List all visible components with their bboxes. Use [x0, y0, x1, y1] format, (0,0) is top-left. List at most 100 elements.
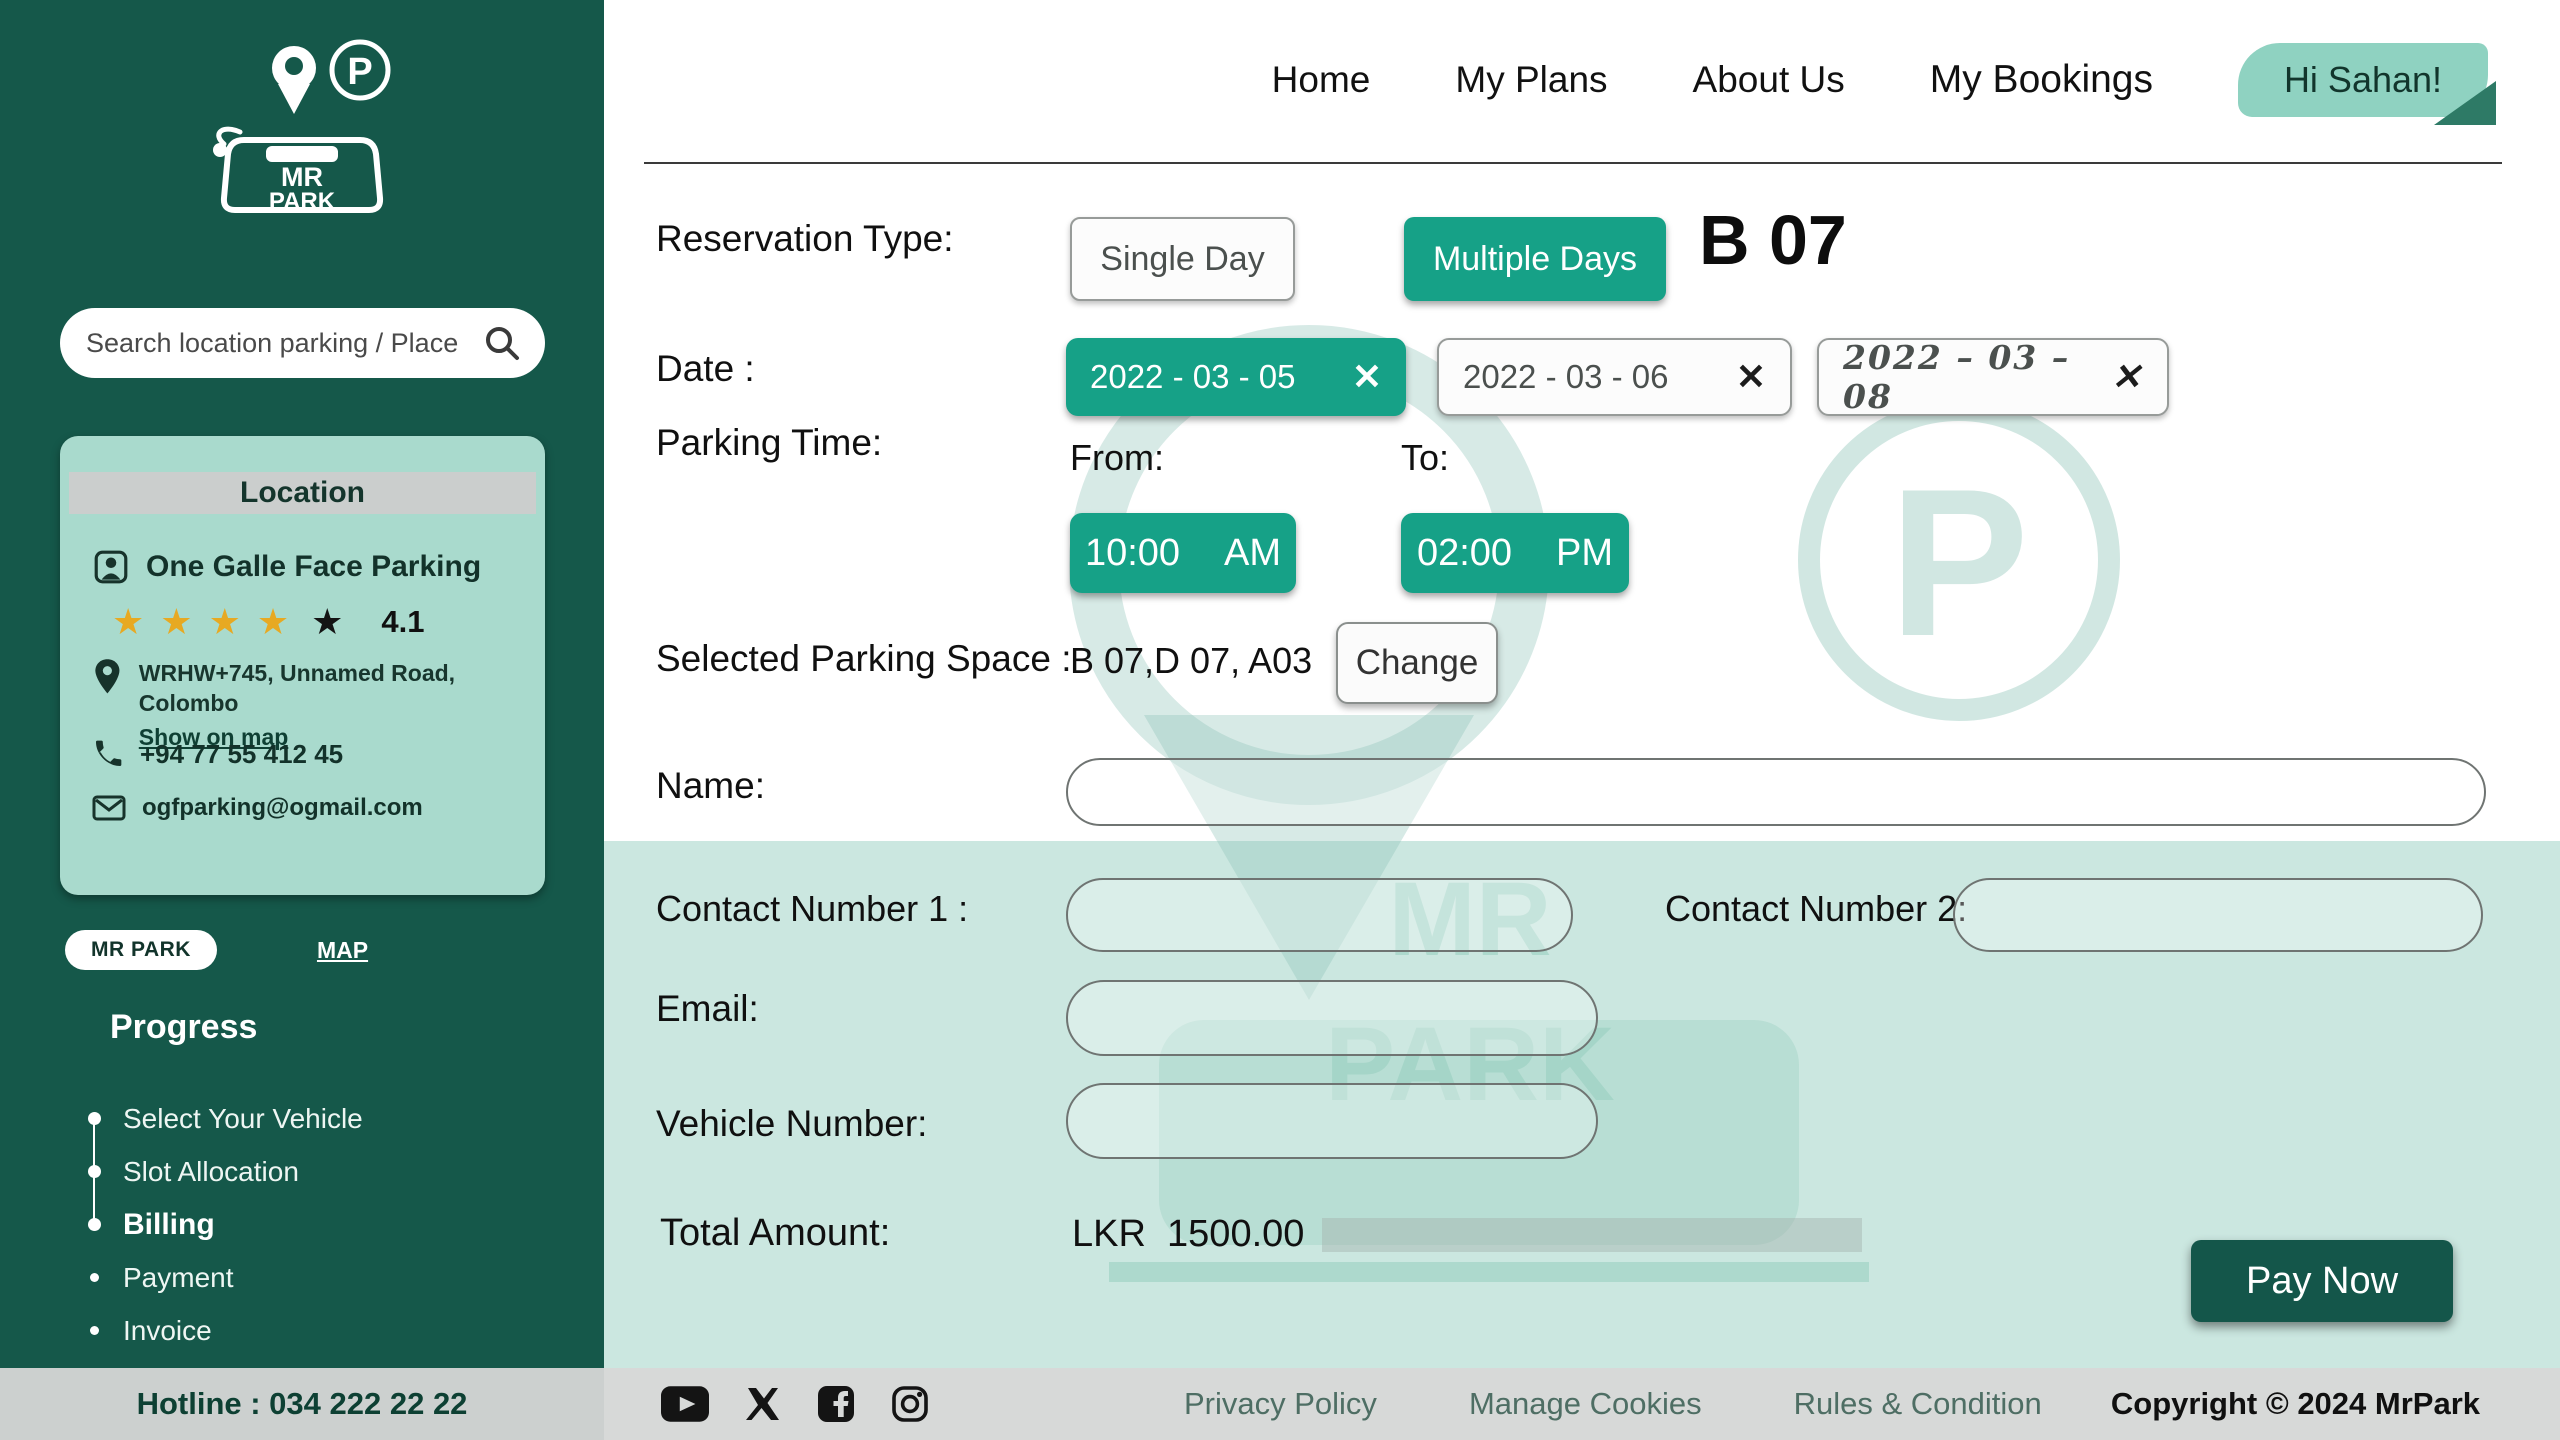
footer: Privacy Policy Manage Cookies Rules & Co…: [604, 1368, 2560, 1440]
from-time-chip[interactable]: 10:00 AM: [1070, 513, 1296, 593]
logo-text-park: PARK: [269, 188, 336, 215]
progress-step-slot-allocation: Slot Allocation: [88, 1145, 363, 1198]
name-label: Name:: [656, 765, 765, 807]
close-icon[interactable]: ✕: [1352, 359, 1382, 395]
map-link[interactable]: MAP: [317, 937, 368, 964]
total-amount-value: LKR 1500.00: [1072, 1213, 1304, 1256]
progress-step-billing: Billing: [88, 1198, 363, 1251]
pay-now-button[interactable]: Pay Now: [2191, 1240, 2453, 1322]
rating-row: ★ ★ ★ ★ ★ 4.1: [112, 604, 425, 640]
step-label: Slot Allocation: [123, 1156, 299, 1188]
contact-number-1-label: Contact Number 1 :: [656, 888, 968, 930]
star-icon: ★: [311, 604, 343, 640]
progress-step-invoice: Invoice: [88, 1304, 363, 1357]
total-amount-label: Total Amount:: [660, 1212, 890, 1255]
step-label: Select Your Vehicle: [123, 1103, 363, 1135]
vehicle-number-label: Vehicle Number:: [656, 1103, 927, 1145]
address-text: WRHW+745, Unnamed Road, Colombo: [139, 658, 545, 718]
parking-person-icon: [92, 548, 130, 586]
date-value: 2022 - 03 - 05: [1090, 358, 1295, 396]
search-icon[interactable]: [483, 324, 521, 362]
vehicle-number-input[interactable]: [1066, 1083, 1598, 1159]
logo-p-letter: P: [347, 51, 372, 93]
star-icon: ★: [160, 604, 192, 640]
copyright-text: Copyright © 2024 MrPark: [2111, 1386, 2480, 1422]
date-value: 2022 - 03 - 06: [1463, 358, 1668, 396]
single-day-button[interactable]: Single Day: [1070, 217, 1295, 301]
change-button[interactable]: Change: [1336, 622, 1498, 704]
search-input[interactable]: [84, 327, 483, 360]
location-card: Location One Galle Face Parking ★ ★ ★ ★ …: [60, 436, 545, 895]
step-label: Invoice: [123, 1315, 212, 1347]
star-icon: ★: [257, 604, 289, 640]
parking-time-label: Parking Time:: [656, 422, 882, 464]
step-dot: [88, 1218, 101, 1231]
reservation-type-label: Reservation Type:: [656, 218, 954, 260]
to-time-chip[interactable]: 02:00 PM: [1401, 513, 1629, 593]
phone-number: +94 77 55 412 45: [140, 739, 343, 770]
app-logo: P MR PARK: [182, 28, 422, 243]
name-input[interactable]: [1066, 758, 2486, 826]
star-icon: ★: [112, 604, 144, 640]
progress-step-select-vehicle: Select Your Vehicle: [88, 1092, 363, 1145]
main-content: P PM MR PARK Home My Plans About Us My B…: [604, 0, 2560, 1368]
from-label: From:: [1070, 437, 1164, 479]
phone-row: +94 77 55 412 45: [92, 738, 343, 770]
time-value: 02:00: [1417, 532, 1512, 575]
x-icon[interactable]: [745, 1386, 781, 1422]
sidebar-buttons: MR PARK MAP: [65, 930, 368, 970]
progress-title: Progress: [110, 1008, 257, 1047]
star-icon: ★: [209, 604, 241, 640]
privacy-policy-link[interactable]: Privacy Policy: [1184, 1386, 1377, 1422]
location-pin-icon: [92, 658, 123, 696]
email-label: Email:: [656, 988, 759, 1030]
rules-condition-link[interactable]: Rules & Condition: [1794, 1386, 2042, 1422]
facebook-icon[interactable]: [817, 1385, 855, 1423]
location-card-header: Location: [69, 472, 536, 514]
rating-value: 4.1: [381, 604, 424, 640]
time-period: PM: [1556, 532, 1613, 575]
footer-links: Privacy Policy Manage Cookies Rules & Co…: [1184, 1386, 2042, 1422]
hotline-bar: Hotline : 034 222 22 22: [0, 1368, 604, 1440]
date-chip-3[interactable]: 2022 – 03 – 08 ✕: [1817, 338, 2169, 416]
email-row: ogfparking@ogmail.com: [92, 794, 423, 822]
time-value: 10:00: [1085, 532, 1180, 575]
step-label: Payment: [123, 1262, 234, 1294]
search-bar: [60, 308, 545, 378]
progress-steps: Select Your Vehicle Slot Allocation Bill…: [88, 1092, 363, 1357]
sidebar: P MR PARK Location: [0, 0, 604, 1440]
contact-number-2-label: Contact Number 2:: [1665, 888, 1967, 930]
youtube-icon[interactable]: [661, 1386, 709, 1422]
mr-park-button[interactable]: MR PARK: [65, 930, 217, 970]
app-root: P MR PARK Location: [0, 0, 2560, 1440]
step-dot: [88, 1112, 101, 1125]
date-chip-2[interactable]: 2022 - 03 - 06 ✕: [1437, 338, 1792, 416]
selected-spaces-value: B 07,D 07, A03: [1070, 640, 1312, 682]
instagram-icon[interactable]: [891, 1385, 929, 1423]
close-icon[interactable]: ✕: [1736, 359, 1766, 395]
progress-step-payment: Payment: [88, 1251, 363, 1304]
email-address: ogfparking@ogmail.com: [142, 794, 423, 822]
date-value: 2022 – 03 – 08: [1843, 338, 2111, 416]
booking-form: Reservation Type: Single Day Multiple Da…: [604, 0, 2560, 1368]
multiple-days-button[interactable]: Multiple Days: [1404, 217, 1666, 301]
step-dot: [88, 1165, 101, 1178]
email-icon: [92, 794, 126, 822]
location-name-row: One Galle Face Parking: [92, 548, 481, 586]
email-input[interactable]: [1066, 980, 1598, 1056]
phone-icon: [92, 738, 124, 770]
location-name: One Galle Face Parking: [146, 550, 481, 584]
step-dot: [90, 1273, 99, 1282]
selected-space-code: B 07: [1699, 200, 1847, 280]
contact-number-1-input[interactable]: [1066, 878, 1573, 952]
date-chip-1[interactable]: 2022 - 03 - 05 ✕: [1066, 338, 1406, 416]
selected-parking-space-label: Selected Parking Space :: [656, 638, 1071, 680]
step-dot: [90, 1326, 99, 1335]
close-icon[interactable]: ✕: [2111, 359, 2143, 395]
time-period: AM: [1224, 532, 1281, 575]
to-label: To:: [1401, 437, 1449, 479]
step-label: Billing: [123, 1208, 215, 1242]
manage-cookies-link[interactable]: Manage Cookies: [1469, 1386, 1702, 1422]
contact-number-2-input[interactable]: [1953, 878, 2483, 952]
mr-park-logo-icon: P MR PARK: [182, 28, 422, 238]
